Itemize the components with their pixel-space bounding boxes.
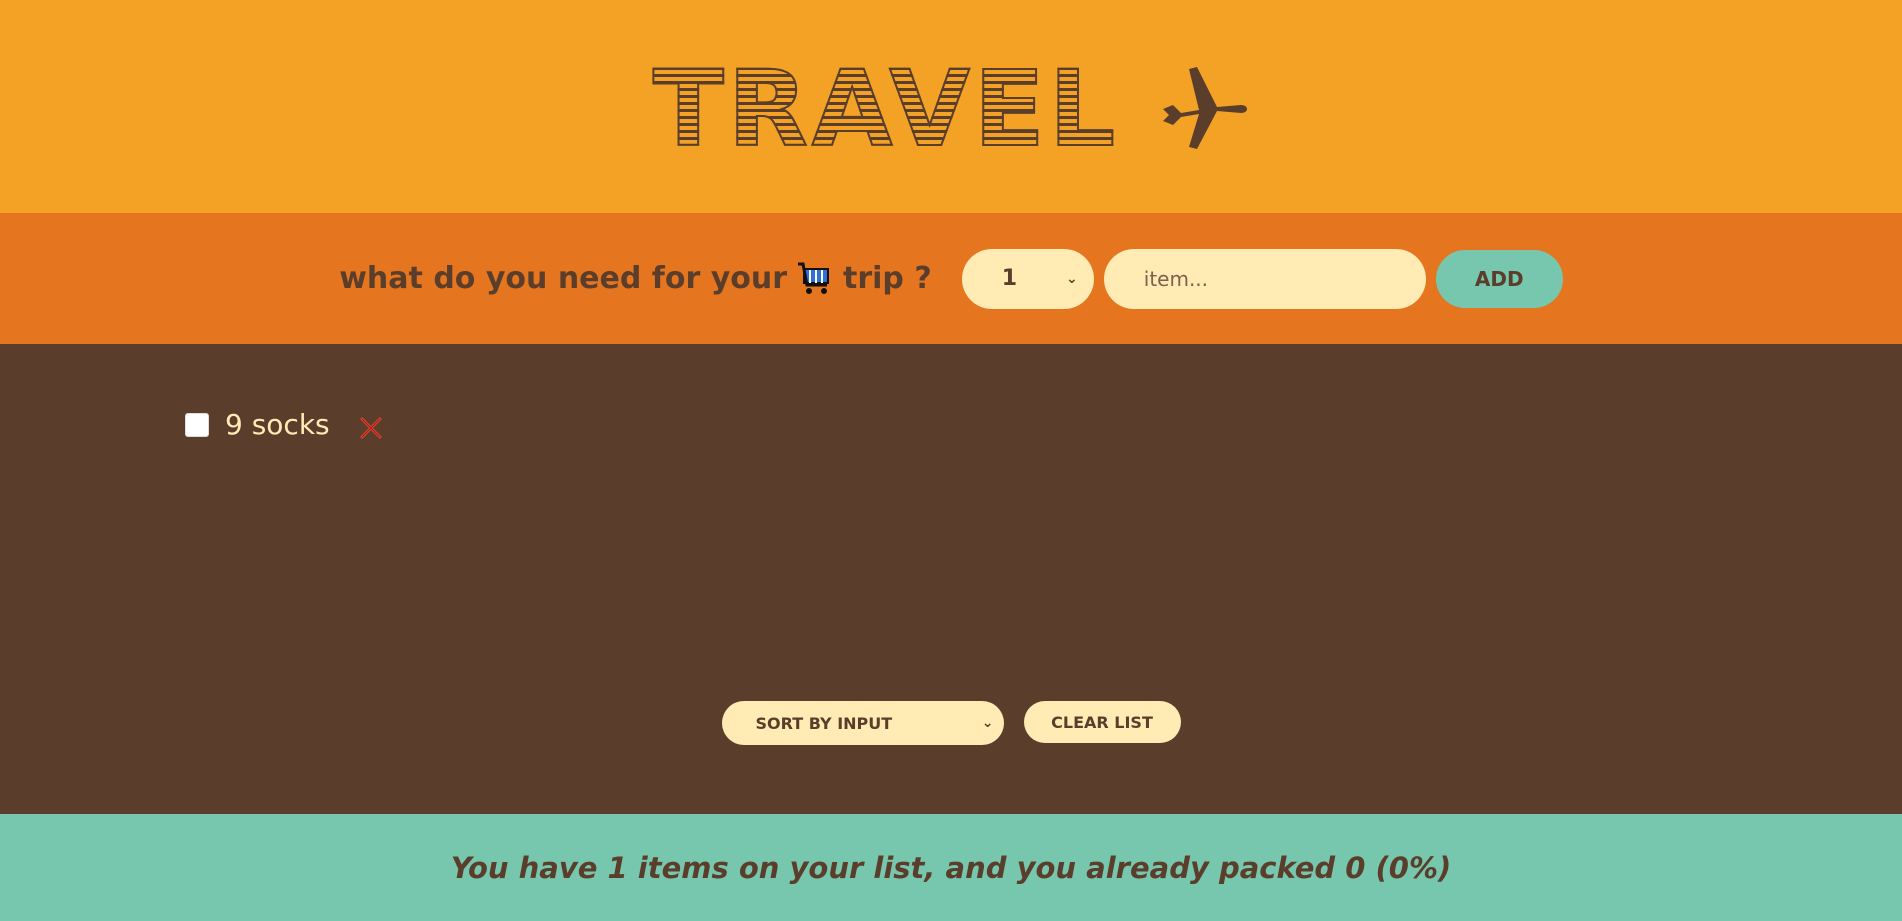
packed-checkbox[interactable] bbox=[185, 412, 209, 437]
item-label: 9 socks bbox=[225, 408, 330, 441]
form-question-prefix: what do you need for your bbox=[339, 261, 788, 296]
sort-select[interactable]: SORT BY INPUT ⌄ bbox=[721, 701, 1004, 745]
airplane-icon bbox=[1163, 66, 1248, 149]
form-question-suffix: trip ? bbox=[843, 261, 932, 296]
shopping-cart-icon bbox=[798, 262, 830, 294]
stats-text: You have 1 items on your list, and you a… bbox=[450, 850, 1452, 885]
quantity-select[interactable]: 1 ⌄ bbox=[961, 248, 1094, 309]
clear-list-button[interactable]: CLEAR LIST bbox=[1023, 701, 1181, 743]
logo-title: TRAVEL bbox=[652, 47, 1120, 170]
close-icon[interactable] bbox=[358, 415, 384, 441]
packing-list: 9 socks SORT BY INPUT ⌄ CLEAR LIST bbox=[0, 344, 1902, 814]
add-item-form: what do you need for your trip ? 1 ⌄ ADD bbox=[0, 213, 1902, 344]
sort-value: SORT BY INPUT bbox=[755, 713, 893, 733]
stats-footer: You have 1 items on your list, and you a… bbox=[0, 814, 1902, 921]
quantity-value: 1 bbox=[1001, 266, 1018, 291]
chevron-down-icon: ⌄ bbox=[981, 715, 994, 731]
list-item: 9 socks bbox=[185, 408, 384, 441]
form-question: what do you need for your trip ? bbox=[339, 261, 932, 297]
header: TRAVEL bbox=[0, 0, 1902, 213]
add-button[interactable]: ADD bbox=[1435, 249, 1563, 308]
app-root: TRAVEL what do you need for your trip ? … bbox=[0, 0, 1902, 921]
chevron-down-icon: ⌄ bbox=[1066, 270, 1078, 287]
item-input[interactable] bbox=[1103, 248, 1426, 309]
list-actions: SORT BY INPUT ⌄ CLEAR LIST bbox=[0, 701, 1902, 745]
